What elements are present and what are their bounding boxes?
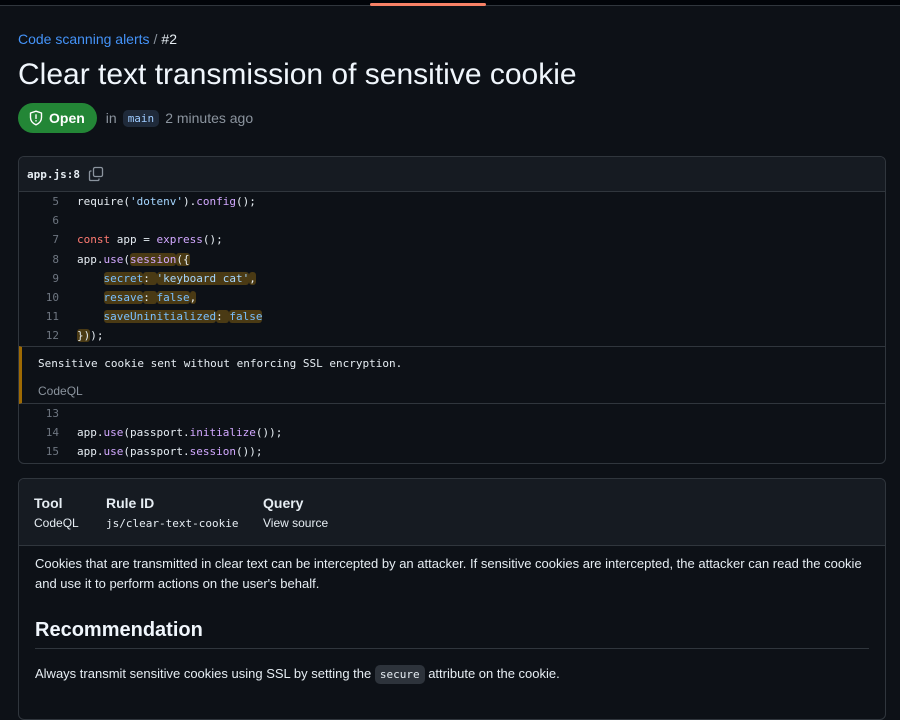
code-lines-after: 13 14 app.use(passport.initialize()); 15 app… bbox=[19, 404, 885, 462]
tool-value: CodeQL bbox=[34, 516, 79, 530]
code-snippet-header: app.js:8 bbox=[19, 157, 885, 192]
breadcrumb-current: #2 bbox=[161, 31, 177, 47]
code-text: app.use(passport.session()); bbox=[77, 444, 263, 458]
line-number: 12 bbox=[45, 329, 59, 343]
line-number: 8 bbox=[52, 252, 59, 266]
file-location[interactable]: app.js:8 bbox=[27, 168, 80, 181]
code-text: })); bbox=[77, 329, 104, 343]
alert-meta: Open in main 2 minutes ago bbox=[18, 103, 253, 133]
shield-icon bbox=[29, 110, 43, 126]
recommendation-text-end: attribute on the cookie. bbox=[424, 666, 560, 681]
code-text: saveUninitialized: false bbox=[103, 310, 263, 324]
code-text: resave: false, bbox=[103, 291, 197, 305]
code-lines-before: 5 require('dotenv').config(); 6 7 const app … bbox=[19, 192, 885, 346]
recommendation-text: Always transmit sensitive cookies using … bbox=[35, 665, 560, 684]
code-text: app.use(session({ bbox=[77, 252, 190, 266]
recommendation-text-start: Always transmit sensitive cookies using … bbox=[35, 666, 375, 681]
rule-id-value: js/clear-text-cookie bbox=[106, 517, 239, 530]
line-number: 5 bbox=[52, 195, 59, 209]
rule-id-header: Rule ID bbox=[106, 495, 155, 511]
line-number: 10 bbox=[45, 291, 59, 305]
status-badge-label: Open bbox=[49, 110, 85, 126]
alert-tool: CodeQL bbox=[38, 383, 83, 398]
code-text: secret: 'keyboard cat', bbox=[103, 271, 256, 285]
view-source-link[interactable]: View source bbox=[263, 516, 328, 530]
recommendation-heading: Recommendation bbox=[35, 619, 203, 641]
code-text: app.use(passport.initialize()); bbox=[77, 425, 283, 439]
recommendation-divider bbox=[35, 648, 869, 649]
page-title: Clear text transmission of sensitive coo… bbox=[18, 58, 577, 91]
branch-name[interactable]: main bbox=[122, 109, 160, 127]
status-badge: Open bbox=[18, 103, 97, 133]
line-number: 9 bbox=[52, 271, 59, 285]
line-number: 7 bbox=[52, 233, 59, 247]
line-number: 13 bbox=[45, 406, 59, 420]
code-line: 9 secret: 'keyboard cat', bbox=[19, 269, 885, 288]
code-line: 14 app.use(passport.initialize()); bbox=[19, 423, 885, 442]
tool-header: Tool bbox=[34, 495, 63, 511]
code-snippet-panel: app.js:8 5 require('dotenv').config(); 6 7 c… bbox=[18, 156, 886, 464]
query-column: Query View source bbox=[263, 495, 328, 530]
line-number: 14 bbox=[45, 425, 59, 439]
line-number: 11 bbox=[45, 310, 59, 324]
code-text: require('dotenv').config(); bbox=[77, 195, 256, 209]
tool-column: Tool CodeQL bbox=[34, 495, 79, 530]
code-line: 5 require('dotenv').config(); bbox=[19, 192, 885, 211]
code-text: const app = express(); bbox=[77, 233, 223, 247]
alert-message: Sensitive cookie sent without enforcing … bbox=[38, 356, 403, 370]
rule-info-header: Tool CodeQL Rule ID js/clear-text-cookie… bbox=[19, 479, 885, 546]
top-nav-bar bbox=[0, 0, 900, 6]
rule-id-column: Rule ID js/clear-text-cookie bbox=[106, 495, 238, 530]
branch-prefix: in bbox=[105, 110, 117, 126]
breadcrumb-separator: / bbox=[153, 31, 158, 47]
line-number: 15 bbox=[45, 444, 59, 458]
code-line: 13 bbox=[19, 404, 885, 423]
line-number: 6 bbox=[52, 214, 59, 228]
copy-icon[interactable] bbox=[88, 166, 104, 182]
breadcrumb-link-code-scanning-alerts[interactable]: Code scanning alerts bbox=[18, 31, 150, 47]
breadcrumb: Code scanning alerts / #2 bbox=[18, 31, 177, 47]
query-header: Query bbox=[263, 495, 304, 511]
code-line: 12})); bbox=[19, 326, 885, 345]
alert-message-box: Sensitive cookie sent without enforcing … bbox=[19, 345, 885, 404]
recommendation-code: secure bbox=[374, 665, 425, 684]
code-line: 6 bbox=[19, 211, 885, 230]
code-line: 8 app.use(session({ bbox=[19, 250, 885, 269]
alert-time: 2 minutes ago bbox=[165, 110, 254, 126]
code-line: 10 resave: false, bbox=[19, 288, 885, 307]
code-line: 11 saveUninitialized: false bbox=[19, 307, 885, 326]
active-tab-indicator bbox=[370, 3, 486, 6]
rule-info-panel: Tool CodeQL Rule ID js/clear-text-cookie… bbox=[18, 478, 886, 720]
code-line: 7 const app = express(); bbox=[19, 230, 885, 249]
rule-description: Cookies that are transmitted in clear te… bbox=[35, 556, 862, 591]
code-line: 15 app.use(passport.session()); bbox=[19, 442, 885, 461]
